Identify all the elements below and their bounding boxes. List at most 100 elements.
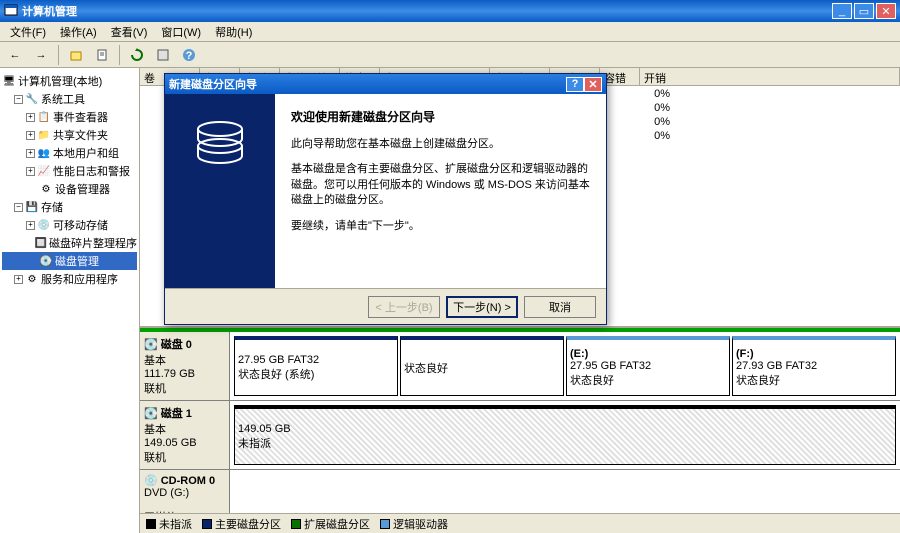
tree-shared[interactable]: +📁共享文件夹 <box>2 126 137 144</box>
tree-systools[interactable]: −🔧系统工具 <box>2 90 137 108</box>
cell-value: 0% <box>630 102 670 114</box>
menu-action[interactable]: 操作(A) <box>54 22 103 42</box>
disk-row-1[interactable]: 💽磁盘 1 基本 149.05 GB 联机 149.05 GB 未指派 <box>140 401 900 470</box>
toolbar-separator <box>119 45 120 65</box>
storage-icon: 💾 <box>25 200 39 214</box>
wizard-close-button[interactable]: ✕ <box>584 77 602 92</box>
legend-logical: 逻辑驱动器 <box>380 516 448 532</box>
collapse-icon[interactable]: − <box>14 203 23 212</box>
properties-button[interactable] <box>91 44 113 66</box>
users-icon: 👥 <box>37 146 51 160</box>
tree-diskmgmt[interactable]: 💽磁盘管理 <box>2 252 137 270</box>
unallocated-space[interactable]: 149.05 GB 未指派 <box>234 405 896 465</box>
wizard-body: 欢迎使用新建磁盘分区向导 此向导帮助您在基本磁盘上创建磁盘分区。 基本磁盘是含有… <box>165 94 606 288</box>
cell-value: 0% <box>630 116 670 128</box>
back-button: < 上一步(B) <box>368 296 440 318</box>
app-title: 计算机管理 <box>22 3 832 19</box>
disk-stack-icon <box>190 114 250 174</box>
disk-info: 💿CD-ROM 0 DVD (G:) 无媒体 <box>140 470 230 513</box>
disk-layout-panel: 💽磁盘 0 基本 111.79 GB 联机 27.95 GB FAT32 状态良… <box>140 326 900 513</box>
expand-icon[interactable]: + <box>14 275 23 284</box>
tree-removable[interactable]: +💿可移动存储 <box>2 216 137 234</box>
toolbar-button[interactable] <box>152 44 174 66</box>
wizard-banner <box>165 94 275 288</box>
menu-help[interactable]: 帮助(H) <box>209 22 258 42</box>
cdrom-icon: 💿 <box>144 474 158 487</box>
back-button[interactable]: ← <box>4 44 26 66</box>
disk-info: 💽磁盘 1 基本 149.05 GB 联机 <box>140 401 230 469</box>
wizard-title: 新建磁盘分区向导 <box>169 76 566 92</box>
partition[interactable]: 状态良好 <box>400 336 564 396</box>
app-titlebar: 计算机管理 _ ▭ ✕ <box>0 0 900 22</box>
expand-icon[interactable]: + <box>26 221 35 230</box>
expand-icon[interactable]: + <box>26 113 35 122</box>
wizard-heading: 欢迎使用新建磁盘分区向导 <box>291 108 590 125</box>
disk-info: 💽磁盘 0 基本 111.79 GB 联机 <box>140 332 230 400</box>
collapse-icon[interactable]: − <box>14 95 23 104</box>
menu-file[interactable]: 文件(F) <box>4 22 52 42</box>
app-icon <box>4 4 18 18</box>
partition-area <box>230 470 900 513</box>
legend-primary: 主要磁盘分区 <box>202 516 281 532</box>
tree-localusers[interactable]: +👥本地用户和组 <box>2 144 137 162</box>
cell-value: 0% <box>630 88 670 100</box>
partition-area: 149.05 GB 未指派 <box>230 401 900 469</box>
expand-icon[interactable]: + <box>26 131 35 140</box>
maximize-button[interactable]: ▭ <box>854 3 874 19</box>
defrag-icon: 🔲 <box>35 236 47 250</box>
wizard-titlebar[interactable]: 新建磁盘分区向导 ? ✕ <box>165 74 606 94</box>
tree-root[interactable]: 🖥计算机管理(本地) <box>2 72 137 90</box>
refresh-button[interactable] <box>126 44 148 66</box>
up-button[interactable] <box>65 44 87 66</box>
partition[interactable]: (E:) 27.95 GB FAT32 状态良好 <box>566 336 730 396</box>
cell-value: 0% <box>630 130 670 142</box>
legend-unalloc: 未指派 <box>146 516 192 532</box>
tree-services[interactable]: +⚙服务和应用程序 <box>2 270 137 288</box>
folder-icon: 📁 <box>37 128 51 142</box>
menu-bar: 文件(F) 操作(A) 查看(V) 窗口(W) 帮助(H) <box>0 22 900 42</box>
chart-icon: 📈 <box>37 164 51 178</box>
wizard-text: 此向导帮助您在基本磁盘上创建磁盘分区。 <box>291 137 590 152</box>
partition[interactable]: (F:) 27.93 GB FAT32 状态良好 <box>732 336 896 396</box>
minimize-button[interactable]: _ <box>832 3 852 19</box>
gear-icon: ⚙ <box>25 272 39 286</box>
svg-text:?: ? <box>186 50 193 62</box>
legend: 未指派 主要磁盘分区 扩展磁盘分区 逻辑驱动器 <box>140 513 900 533</box>
removable-icon: 💿 <box>37 218 51 232</box>
disk-icon: 💽 <box>144 407 158 420</box>
disk-row-cdrom[interactable]: 💿CD-ROM 0 DVD (G:) 无媒体 <box>140 470 900 513</box>
disk-icon: 💽 <box>39 254 53 268</box>
expand-icon[interactable]: + <box>26 149 35 158</box>
forward-button[interactable]: → <box>30 44 52 66</box>
wizard-help-button[interactable]: ? <box>566 77 584 92</box>
tree-storage[interactable]: −💾存储 <box>2 198 137 216</box>
nav-tree[interactable]: 🖥计算机管理(本地) −🔧系统工具 +📋事件查看器 +📁共享文件夹 +👥本地用户… <box>0 68 140 533</box>
partition-area: 27.95 GB FAT32 状态良好 (系统) 状态良好 (E:) 27.95… <box>230 332 900 400</box>
wizard-content: 欢迎使用新建磁盘分区向导 此向导帮助您在基本磁盘上创建磁盘分区。 基本磁盘是含有… <box>275 94 606 288</box>
legend-extended: 扩展磁盘分区 <box>291 516 370 532</box>
tree-devicemgr[interactable]: ⚙设备管理器 <box>2 180 137 198</box>
new-partition-wizard: 新建磁盘分区向导 ? ✕ 欢迎使用新建磁盘分区向导 此向导帮助您在基本磁盘上创建… <box>164 73 607 325</box>
tree-defrag[interactable]: 🔲磁盘碎片整理程序 <box>2 234 137 252</box>
close-button[interactable]: ✕ <box>876 3 896 19</box>
col-overhead[interactable]: 开销 <box>640 68 900 85</box>
menu-window[interactable]: 窗口(W) <box>155 22 207 42</box>
toolbar-separator <box>58 45 59 65</box>
wizard-footer: < 上一步(B) 下一步(N) > 取消 <box>165 288 606 324</box>
expand-icon[interactable]: + <box>26 167 35 176</box>
cancel-button[interactable]: 取消 <box>524 296 596 318</box>
next-button[interactable]: 下一步(N) > <box>446 296 518 318</box>
menu-view[interactable]: 查看(V) <box>105 22 154 42</box>
tree-eventviewer[interactable]: +📋事件查看器 <box>2 108 137 126</box>
event-icon: 📋 <box>37 110 51 124</box>
help-button[interactable]: ? <box>178 44 200 66</box>
disk-icon: 💽 <box>144 338 158 351</box>
wizard-text: 要继续，请单击"下一步"。 <box>291 219 590 234</box>
tools-icon: 🔧 <box>25 92 39 106</box>
partition[interactable]: 27.95 GB FAT32 状态良好 (系统) <box>234 336 398 396</box>
wizard-text: 基本磁盘是含有主要磁盘分区、扩展磁盘分区和逻辑驱动器的磁盘。您可以用任何版本的 … <box>291 162 590 208</box>
tree-perflogs[interactable]: +📈性能日志和警报 <box>2 162 137 180</box>
device-icon: ⚙ <box>39 182 53 196</box>
disk-row-0[interactable]: 💽磁盘 0 基本 111.79 GB 联机 27.95 GB FAT32 状态良… <box>140 328 900 401</box>
computer-icon: 🖥 <box>2 74 16 88</box>
